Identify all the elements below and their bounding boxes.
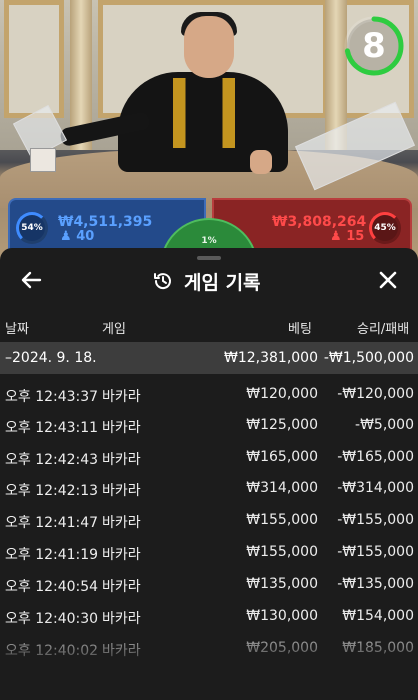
history-row[interactable]: 오후 12:40:30 바카라 ₩130,000 ₩154,000 <box>0 600 418 632</box>
tie-percent: 1% <box>201 236 217 246</box>
arrow-left-icon <box>21 271 42 289</box>
history-row[interactable]: 오후 12:42:43 바카라 ₩165,000 -₩165,000 <box>0 441 418 473</box>
close-icon <box>379 271 397 289</box>
dealer-hand <box>250 150 272 174</box>
row-win-loss: -₩155,000 <box>337 544 414 560</box>
row-time: 오후 12:40:02 <box>5 643 99 659</box>
sheet-header: 게임 기록 <box>152 268 261 294</box>
dealer-lapel <box>173 78 235 148</box>
row-game: 바카라 <box>102 452 141 468</box>
history-row[interactable]: 오후 12:40:02 바카라 ₩205,000 ₩185,000 <box>0 632 418 664</box>
player-bettor-value: 40 <box>76 229 95 244</box>
countdown-timer-value: 8 <box>362 26 386 66</box>
row-time: 오후 12:42:43 <box>5 452 99 468</box>
sheet-drag-handle[interactable] <box>197 256 221 260</box>
row-game: 바카라 <box>102 611 141 627</box>
history-row[interactable]: 오후 12:43:37 바카라 ₩120,000 -₩120,000 <box>0 378 418 410</box>
back-button[interactable] <box>18 266 46 294</box>
row-win-loss: -₩165,000 <box>337 449 414 465</box>
row-time: 오후 12:40:30 <box>5 611 99 627</box>
banker-bettor-value: 15 <box>346 229 365 244</box>
row-win-loss: -₩135,000 <box>337 576 414 592</box>
column-header-date: 날짜 <box>5 322 29 337</box>
row-win-loss: -₩120,000 <box>337 386 414 402</box>
row-win-loss: -₩5,000 <box>355 417 414 433</box>
row-win-loss: ₩185,000 <box>342 640 414 656</box>
row-game: 바카라 <box>102 420 141 436</box>
banker-bettor-count: ♟ 15 <box>330 229 364 244</box>
row-game: 바카라 <box>102 579 141 595</box>
row-time: 오후 12:40:54 <box>5 579 99 595</box>
row-game: 바카라 <box>102 389 141 405</box>
sheet-title: 게임 기록 <box>184 271 261 294</box>
row-win-loss: -₩314,000 <box>337 480 414 496</box>
row-time: 오후 12:43:37 <box>5 389 99 405</box>
row-game: 바카라 <box>102 515 141 531</box>
row-time: 오후 12:41:19 <box>5 547 99 563</box>
app-root: PLAYER BANKER 8 54% 45% ₩4,511,395 ₩3,80… <box>0 0 418 700</box>
summary-date: –2024. 9. 18. <box>5 350 97 366</box>
history-clock-icon <box>154 273 171 290</box>
row-bet: ₩314,000 <box>246 480 318 496</box>
history-row[interactable]: 오후 12:43:11 바카라 ₩125,000 -₩5,000 <box>0 409 418 441</box>
row-time: 오후 12:41:47 <box>5 515 99 531</box>
row-bet: ₩165,000 <box>246 449 318 465</box>
column-header-win-loss: 승리/패배 <box>357 322 410 337</box>
history-row[interactable]: 오후 12:40:54 바카라 ₩135,000 -₩135,000 <box>0 568 418 600</box>
player-percent-ring: 54% <box>16 212 48 244</box>
card-stack <box>30 148 56 172</box>
row-game: 바카라 <box>102 643 141 659</box>
column-header-game: 게임 <box>102 322 126 337</box>
row-bet: ₩120,000 <box>246 386 318 402</box>
row-time: 오후 12:43:11 <box>5 420 99 436</box>
person-icon: ♟ <box>60 229 72 244</box>
row-bet: ₩130,000 <box>246 608 318 624</box>
wall-panel <box>4 0 64 118</box>
row-game: 바카라 <box>102 547 141 563</box>
history-row[interactable]: 오후 12:41:47 바카라 ₩155,000 -₩155,000 <box>0 504 418 536</box>
person-icon: ♟ <box>330 229 342 244</box>
row-bet: ₩155,000 <box>246 544 318 560</box>
date-summary-row[interactable]: –2024. 9. 18. ₩12,381,000 -₩1,500,000 <box>0 342 418 374</box>
row-bet: ₩125,000 <box>246 417 318 433</box>
summary-win-loss: -₩1,500,000 <box>323 350 414 366</box>
player-total-amount: ₩4,511,395 <box>58 214 153 230</box>
history-row[interactable]: 오후 12:41:19 바카라 ₩155,000 -₩155,000 <box>0 536 418 568</box>
row-game: 바카라 <box>102 483 141 499</box>
column-header-bet: 베팅 <box>288 322 312 337</box>
row-bet: ₩205,000 <box>246 640 318 656</box>
game-history-sheet: 게임 기록 날짜 게임 베팅 승리/패배 –2024. 9. 18. ₩12,3… <box>0 248 418 700</box>
row-time: 오후 12:42:13 <box>5 483 99 499</box>
player-bettor-count: ♟ 40 <box>60 229 94 244</box>
row-bet: ₩155,000 <box>246 512 318 528</box>
row-win-loss: ₩154,000 <box>342 608 414 624</box>
banker-total-amount: ₩3,808,264 <box>272 214 367 230</box>
close-button[interactable] <box>374 266 402 294</box>
dealer-head <box>184 16 234 78</box>
summary-bet-total: ₩12,381,000 <box>223 350 318 366</box>
row-bet: ₩135,000 <box>246 576 318 592</box>
banker-percent-ring: 45% <box>369 212 401 244</box>
row-win-loss: -₩155,000 <box>337 512 414 528</box>
live-video: PLAYER BANKER 8 54% 45% ₩4,511,395 ₩3,80… <box>0 0 418 262</box>
history-row[interactable]: 오후 12:42:13 바카라 ₩314,000 -₩314,000 <box>0 472 418 504</box>
